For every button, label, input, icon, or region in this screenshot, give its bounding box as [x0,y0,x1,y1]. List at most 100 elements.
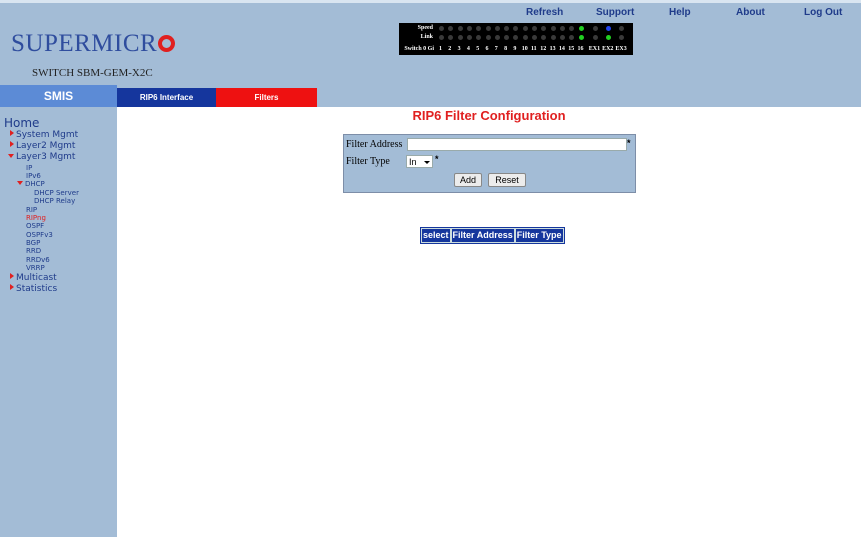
sidebar-item-rip[interactable]: RIP [26,206,37,214]
filter-form: Filter Address * Filter Type In * Add Re… [343,134,636,193]
filter-address-label: Filter Address [346,139,403,150]
port-number-16: 16 [577,46,584,52]
link-label: Link [420,34,433,40]
sidebar-item-ipv6[interactable]: IPv6 [26,172,41,180]
col-filter-address: Filter Address [450,228,515,243]
speed-led-7 [494,26,500,31]
port-number-5: 5 [476,46,480,52]
link-led-11 [532,35,537,40]
speed-led-EX2 [606,26,612,31]
switch-name: SWITCH SBM-GEM-X2C [32,67,153,79]
expand-down-icon [17,181,23,185]
speed-led-10 [522,26,528,31]
link-led-8 [504,35,510,40]
link-led-15 [569,35,575,40]
speed-led-11 [532,26,537,31]
required-mark: * [435,154,439,164]
speed-led-12 [541,26,547,31]
link-led-10 [522,35,528,40]
sidebar-item-vrrp[interactable]: VRRP [26,264,45,272]
sidebar-item-ospf[interactable]: OSPF [26,222,44,230]
link-led-6 [485,35,491,40]
logo-o-mark [158,35,176,52]
sidebar-home[interactable]: Home [4,116,39,130]
port-number-9: 9 [513,46,517,52]
expand-right-icon [10,273,14,279]
required-mark: * [627,138,631,148]
filter-address-input[interactable] [407,138,627,151]
port-number-EX2: EX2 [602,46,614,52]
sidebar-item-dhcp-server[interactable]: DHCP Server [34,189,79,197]
speed-led-EX1 [592,26,598,31]
link-led-7 [494,35,500,40]
supermicro-logo: SUPERMICR [11,30,176,58]
port-number-13: 13 [549,46,556,52]
port-number-1: 1 [439,46,442,52]
sidebar-item-ip[interactable]: IP [26,164,32,172]
tab-filters[interactable]: Filters [216,88,317,107]
logout-link[interactable]: Log Out [804,7,842,18]
port-number-14: 14 [558,46,565,52]
sidebar-item-ripng[interactable]: RIPng [26,214,46,222]
sidebar: Home System Mgmt Layer2 Mgmt Layer3 Mgmt… [0,107,117,537]
smis-label: SMIS [0,85,117,107]
expand-down-icon [8,154,14,158]
help-link[interactable]: Help [669,7,691,18]
port-number-2: 2 [448,46,452,52]
speed-led-13 [550,26,556,31]
sidebar-item-layer3-mgmt[interactable]: Layer3 Mgmt [8,152,75,162]
col-select: select [421,228,451,243]
link-led-5 [476,35,482,40]
filter-table-header: select Filter Address Filter Type [420,227,565,244]
reset-button[interactable]: Reset [488,173,526,187]
speed-led-1 [439,26,444,31]
switch-label: Switch 0 Gi [404,46,434,52]
top-links: Refresh Support Help About Log Out [0,7,861,21]
link-led-9 [513,35,519,40]
sidebar-item-statistics[interactable]: Statistics [10,284,57,294]
support-link[interactable]: Support [596,7,634,18]
filter-type-select[interactable]: In [406,155,433,168]
add-button[interactable]: Add [454,173,482,187]
link-led-2 [448,35,454,40]
header-top-line [0,0,861,3]
sidebar-item-ospfv3[interactable]: OSPFv3 [26,231,53,239]
sidebar-item-rrd[interactable]: RRD [26,247,41,255]
sidebar-item-system-mgmt[interactable]: System Mgmt [10,130,78,140]
page-title: RIP6 Filter Configuration [412,108,566,123]
expand-right-icon [10,141,14,147]
port-number-EX1: EX1 [588,46,601,52]
port-number-15: 15 [568,46,575,52]
link-led-1 [439,35,444,40]
sidebar-item-layer2-mgmt[interactable]: Layer2 Mgmt [10,141,75,151]
port-number-3: 3 [457,46,461,52]
sidebar-item-dhcp[interactable]: DHCP [17,180,45,188]
speed-led-5 [476,26,482,31]
link-led-12 [541,35,547,40]
dropdown-caret-icon [424,161,430,164]
tab-rip6-interface[interactable]: RIP6 Interface [117,88,216,107]
expand-right-icon [10,284,14,290]
port-number-10: 10 [521,46,528,52]
port-number-7: 7 [494,46,498,52]
port-number-4: 4 [466,46,470,52]
port-number-6: 6 [485,46,489,52]
sidebar-item-dhcp-relay[interactable]: DHCP Relay [34,197,75,205]
link-led-3 [457,35,463,40]
refresh-link[interactable]: Refresh [526,7,563,18]
port-number-12: 12 [540,46,547,52]
link-led-4 [466,35,472,40]
port-number-EX3: EX3 [615,46,627,52]
link-led-16 [578,35,584,40]
link-led-EX1 [592,35,598,40]
sidebar-item-multicast[interactable]: Multicast [10,273,57,283]
speed-led-8 [504,26,510,31]
speed-led-6 [485,26,491,31]
speed-led-16 [578,26,584,31]
speed-led-2 [448,26,454,31]
sidebar-item-bgp[interactable]: BGP [26,239,40,247]
about-link[interactable]: About [736,7,765,18]
link-led-14 [559,35,565,40]
sidebar-item-rrdv6[interactable]: RRDv6 [26,256,50,264]
port-status-panel: Speed Link Switch 0 Gi 1 2 3 4 5 6 7 8 9 10 11 12 13… [399,23,633,55]
